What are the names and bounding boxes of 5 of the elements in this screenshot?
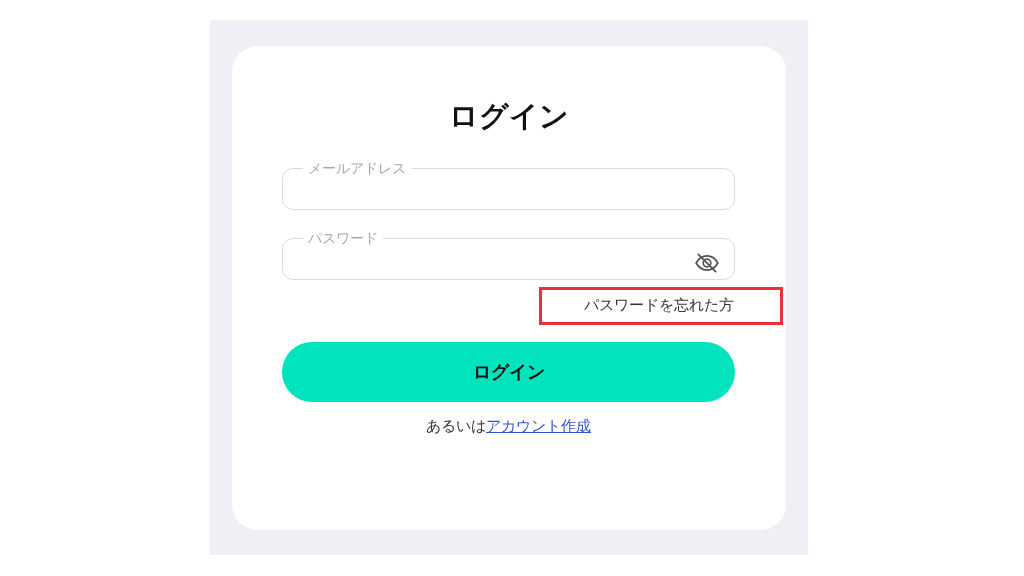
signup-prompt: あるいは [426,417,486,435]
forgot-password-link[interactable]: パスワードを忘れた方 [539,287,783,325]
login-button[interactable]: ログイン [282,342,735,402]
create-account-link[interactable]: アカウント作成 [486,417,591,435]
login-title: ログイン [447,98,570,135]
